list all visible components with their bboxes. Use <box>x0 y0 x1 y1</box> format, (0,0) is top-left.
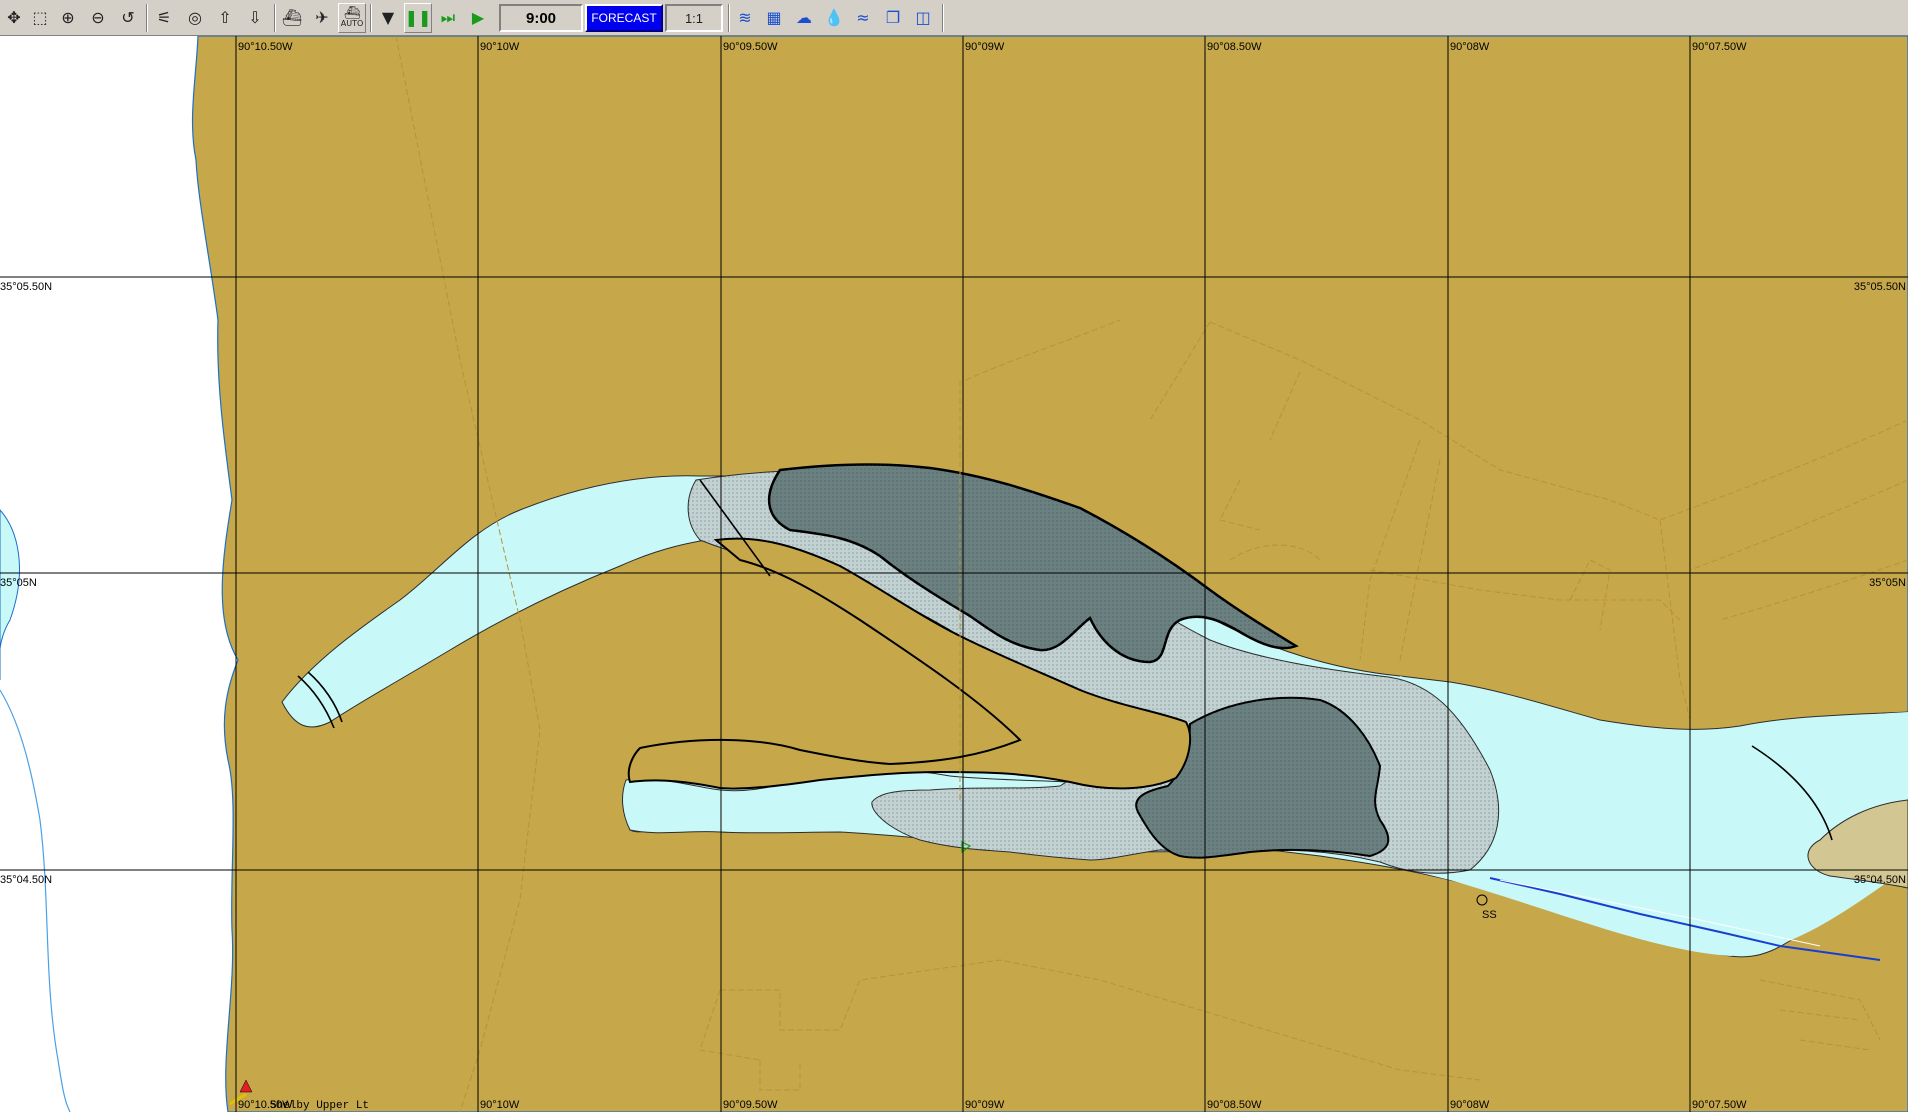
zoom-out-tool-icon[interactable]: ⊖ <box>84 3 112 33</box>
window-tool-icon[interactable]: ◫ <box>909 3 937 33</box>
play-icon[interactable]: ▶ <box>464 3 492 33</box>
lon-label-bottom: 90°08W <box>1450 1099 1490 1111</box>
vessel-tool-icon[interactable]: ⛴ <box>278 3 306 33</box>
lon-label-bottom: 90°09W <box>965 1099 1005 1111</box>
undo-view-tool-icon[interactable]: ↺ <box>114 3 142 33</box>
lon-label-top: 90°08W <box>1450 41 1490 53</box>
scale-field[interactable]: 1:1 <box>665 4 723 32</box>
ss-label: SS <box>1482 909 1497 921</box>
nautical-chart[interactable]: SS Shelby Upper Lt 90°10.50W 90°10W 90°0… <box>0 36 1908 1112</box>
auto-label: AUTO <box>340 19 364 28</box>
toolbar-separator <box>146 4 148 32</box>
lat-label-right: 35°04.50N <box>1854 874 1906 886</box>
lat-label-left: 35°05N <box>0 577 37 589</box>
time-field[interactable]: 9:00 <box>499 4 583 32</box>
import-tool-icon[interactable]: ⇩ <box>241 3 269 33</box>
toolbar: ✥ ⬚ ⊕ ⊖ ↺ ⚟ ◎ ⇧ ⇩ ⛴ ✈ ⛴ AUTO ▼ ❚❚ ⏭ ▶ 9:… <box>0 0 1908 36</box>
zoom-in-tool-icon[interactable]: ⊕ <box>54 3 82 33</box>
lon-label-bottom: 90°09.50W <box>723 1099 778 1111</box>
lat-label-left: 35°05.50N <box>0 281 52 293</box>
copy-tool-icon[interactable]: ❐ <box>879 3 907 33</box>
lon-label-top: 90°10W <box>480 41 520 53</box>
current-layer-tool-icon[interactable]: ≋ <box>731 3 759 33</box>
chart-layer-tool-icon[interactable]: ▦ <box>760 3 788 33</box>
toolbar-separator <box>370 4 372 32</box>
pause-icon[interactable]: ❚❚ <box>404 3 432 33</box>
step-down-icon[interactable]: ▼ <box>374 3 402 33</box>
weather-layer-tool-icon[interactable]: ☁ <box>790 3 818 33</box>
auto-button[interactable]: ⛴ AUTO <box>338 3 366 33</box>
measure-tool-icon[interactable]: ⚟ <box>150 3 178 33</box>
toolbar-separator <box>942 4 944 32</box>
water-level-tool-icon[interactable]: 💧 <box>820 3 848 33</box>
lon-label-bottom: 90°07.50W <box>1692 1099 1747 1111</box>
lon-label-bottom: 90°10.50W <box>238 1099 293 1111</box>
lon-label-bottom: 90°08.50W <box>1207 1099 1262 1111</box>
lat-label-left: 35°04.50N <box>0 874 52 886</box>
lon-label-bottom: 90°10W <box>480 1099 520 1111</box>
lon-label-top: 90°08.50W <box>1207 41 1262 53</box>
lat-label-right: 35°05.50N <box>1854 281 1906 293</box>
lon-label-top: 90°09W <box>965 41 1005 53</box>
target-tool-icon[interactable]: ◎ <box>181 3 209 33</box>
toolbar-separator <box>728 4 730 32</box>
toolbar-separator <box>274 4 276 32</box>
lat-label-right: 35°05N <box>1869 577 1906 589</box>
pan-tool-icon[interactable]: ✥ <box>0 3 28 33</box>
zoom-window-tool-icon[interactable]: ⬚ <box>26 3 54 33</box>
lon-label-top: 90°10.50W <box>238 41 293 53</box>
lon-label-top: 90°09.50W <box>723 41 778 53</box>
wind-layer-tool-icon[interactable]: ≈ <box>849 3 877 33</box>
fast-forward-icon[interactable]: ⏭ <box>434 3 462 33</box>
aircraft-tool-icon[interactable]: ✈ <box>308 3 336 33</box>
lon-label-top: 90°07.50W <box>1692 41 1747 53</box>
export-tool-icon[interactable]: ⇧ <box>211 3 239 33</box>
forecast-button[interactable]: FORECAST <box>585 4 663 32</box>
